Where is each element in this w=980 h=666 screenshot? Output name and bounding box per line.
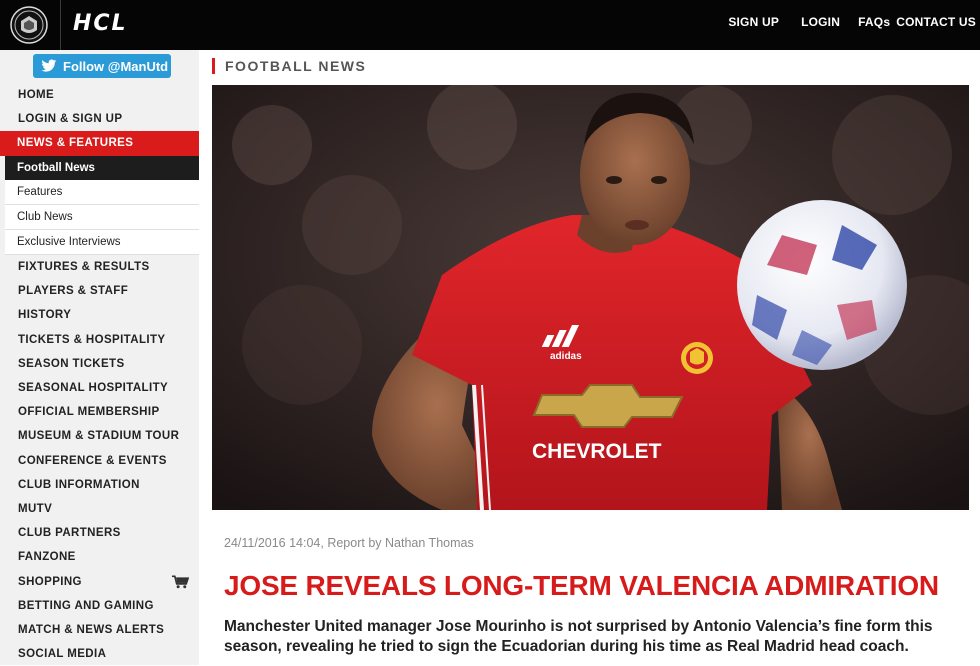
login-link[interactable]: LOGIN — [801, 15, 840, 29]
sidebar-item-club-partners[interactable]: CLUB PARTNERS — [0, 521, 199, 545]
sidebar-item-history[interactable]: HISTORY — [0, 303, 199, 327]
sidebar: Follow @ManUtd HOME LOGIN & SIGN UP NEWS… — [0, 50, 199, 665]
sidebar-item-home[interactable]: HOME — [0, 83, 199, 107]
sidebar-item-betting-gaming[interactable]: BETTING AND GAMING — [0, 594, 199, 618]
signup-link[interactable]: SIGN UP — [728, 15, 779, 29]
header-divider — [60, 0, 61, 50]
sidebar-subitem-football-news[interactable]: Football News — [5, 155, 199, 181]
twitter-bird-icon — [41, 59, 57, 72]
sidebar-item-fixtures-results[interactable]: FIXTURES & RESULTS — [0, 255, 199, 279]
sidebar-item-login-signup[interactable]: LOGIN & SIGN UP — [0, 107, 199, 131]
section-title: FOOTBALL NEWS — [212, 58, 366, 74]
hero-photo: adidas CHEVROLET — [212, 85, 969, 510]
sidebar-item-tickets-hospitality[interactable]: TICKETS & HOSPITALITY — [0, 328, 199, 352]
shopping-label: SHOPPING — [18, 575, 82, 588]
sidebar-item-social-media[interactable]: SOCIAL MEDIA — [0, 642, 199, 666]
sidebar-item-official-membership[interactable]: OFFICIAL MEMBERSHIP — [0, 400, 199, 424]
club-crest-icon[interactable] — [8, 5, 50, 45]
sidebar-subitem-club-news[interactable]: Club News — [5, 205, 199, 231]
sidebar-subitem-exclusive-interviews[interactable]: Exclusive Interviews — [5, 230, 199, 256]
sidebar-item-match-news-alerts[interactable]: MATCH & NEWS ALERTS — [0, 618, 199, 642]
sidebar-item-players-staff[interactable]: PLAYERS & STAFF — [0, 279, 199, 303]
sponsor-logo[interactable]: HCL — [73, 11, 128, 36]
sidebar-item-season-tickets[interactable]: SEASON TICKETS — [0, 352, 199, 376]
faqs-link[interactable]: FAQs — [858, 15, 890, 29]
article-headline: JOSE REVEALS LONG-TERM VALENCIA ADMIRATI… — [224, 570, 939, 601]
sidebar-item-seasonal-hospitality[interactable]: SEASONAL HOSPITALITY — [0, 376, 199, 400]
sidebar-item-club-information[interactable]: CLUB INFORMATION — [0, 473, 199, 497]
hero-image: adidas CHEVROLET — [212, 85, 969, 510]
sidebar-subitem-features[interactable]: Features — [5, 180, 199, 206]
article-lede: Manchester United manager Jose Mourinho … — [224, 618, 933, 655]
sidebar-item-fanzone[interactable]: FANZONE — [0, 545, 199, 569]
sidebar-item-news-features[interactable]: NEWS & FEATURES — [0, 131, 199, 156]
follow-label: Follow @ManUtd — [63, 58, 169, 74]
article-meta: 24/11/2016 14:04, Report by Nathan Thoma… — [224, 536, 474, 550]
site-header: HCL SIGN UP LOGIN FAQs CONTACT US — [0, 0, 980, 50]
sidebar-item-museum-stadium-tour[interactable]: MUSEUM & STADIUM TOUR — [0, 424, 199, 448]
shirt-sponsor-text: CHEVROLET — [532, 440, 662, 463]
sidebar-item-conference-events[interactable]: CONFERENCE & EVENTS — [0, 449, 199, 473]
contact-us-link[interactable]: CONTACT US — [896, 15, 976, 29]
sidebar-menu: HOME LOGIN & SIGN UP NEWS & FEATURES Foo… — [0, 83, 199, 666]
sidebar-item-mutv[interactable]: MUTV — [0, 497, 199, 521]
shirt-brand-text: adidas — [550, 351, 582, 362]
shopping-cart-icon — [172, 574, 189, 588]
top-nav: SIGN UP LOGIN FAQs CONTACT US — [728, 15, 976, 29]
twitter-follow-button[interactable]: Follow @ManUtd — [33, 54, 171, 78]
sidebar-item-shopping[interactable]: SHOPPING — [0, 570, 199, 594]
